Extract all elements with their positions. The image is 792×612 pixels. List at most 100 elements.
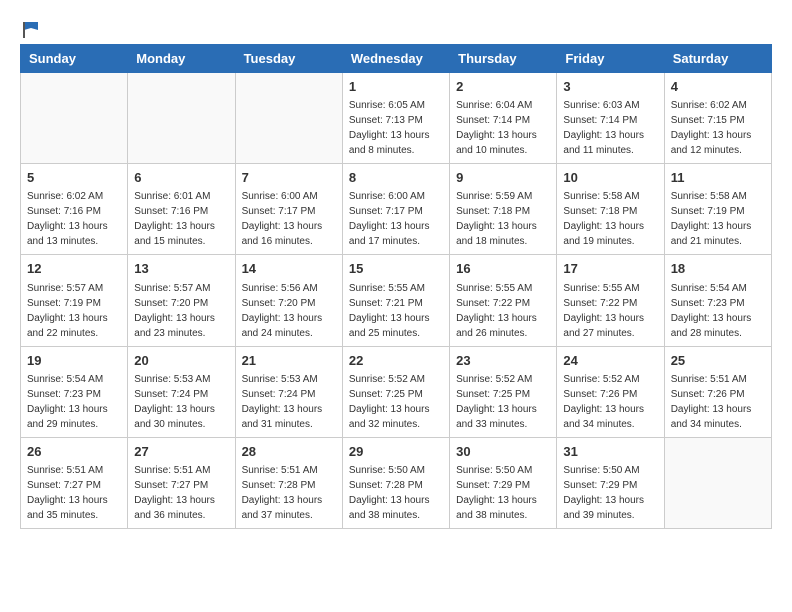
calendar-day-cell: 21 Sunrise: 5:53 AM Sunset: 7:24 PM Dayli… bbox=[235, 346, 342, 437]
calendar-table: SundayMondayTuesdayWednesdayThursdayFrid… bbox=[20, 44, 772, 529]
day-number: 4 bbox=[671, 78, 765, 96]
day-number: 30 bbox=[456, 443, 550, 461]
day-number: 13 bbox=[134, 260, 228, 278]
calendar-day-cell: 2 Sunrise: 6:04 AM Sunset: 7:14 PM Daylig… bbox=[450, 73, 557, 164]
day-info: Sunrise: 5:57 AM Sunset: 7:19 PM Dayligh… bbox=[27, 281, 121, 341]
calendar-day-cell: 31 Sunrise: 5:50 AM Sunset: 7:29 PM Dayli… bbox=[557, 437, 664, 528]
calendar-day-cell: 24Sunrise: 5:52 AM Sunset: 7:26 PM Dayli… bbox=[557, 346, 664, 437]
day-info: Sunrise: 5:59 AM Sunset: 7:18 PM Dayligh… bbox=[456, 189, 550, 249]
calendar-day-cell: 26 Sunrise: 5:51 AM Sunset: 7:27 PM Dayli… bbox=[21, 437, 128, 528]
day-number: 21 bbox=[242, 352, 336, 370]
weekday-header-thursday: Thursday bbox=[450, 45, 557, 73]
weekday-header-friday: Friday bbox=[557, 45, 664, 73]
calendar-day-cell: 19Sunrise: 5:54 AM Sunset: 7:23 PM Dayli… bbox=[21, 346, 128, 437]
day-number: 18 bbox=[671, 260, 765, 278]
day-number: 2 bbox=[456, 78, 550, 96]
day-number: 29 bbox=[349, 443, 443, 461]
day-number: 26 bbox=[27, 443, 121, 461]
day-number: 6 bbox=[134, 169, 228, 187]
weekday-header-sunday: Sunday bbox=[21, 45, 128, 73]
day-info: Sunrise: 5:58 AM Sunset: 7:18 PM Dayligh… bbox=[563, 189, 657, 249]
day-number: 23 bbox=[456, 352, 550, 370]
day-info: Sunrise: 5:54 AM Sunset: 7:23 PM Dayligh… bbox=[671, 281, 765, 341]
calendar-day-cell bbox=[235, 73, 342, 164]
day-number: 20 bbox=[134, 352, 228, 370]
calendar-day-cell: 6 Sunrise: 6:01 AM Sunset: 7:16 PM Daylig… bbox=[128, 164, 235, 255]
calendar-day-cell: 25 Sunrise: 5:51 AM Sunset: 7:26 PM Dayli… bbox=[664, 346, 771, 437]
calendar-day-cell: 5Sunrise: 6:02 AM Sunset: 7:16 PM Daylig… bbox=[21, 164, 128, 255]
day-info: Sunrise: 5:51 AM Sunset: 7:28 PM Dayligh… bbox=[242, 463, 336, 523]
calendar-day-cell: 14 Sunrise: 5:56 AM Sunset: 7:20 PM Dayli… bbox=[235, 255, 342, 346]
day-number: 14 bbox=[242, 260, 336, 278]
calendar-week-2: 5Sunrise: 6:02 AM Sunset: 7:16 PM Daylig… bbox=[21, 164, 772, 255]
calendar-day-cell: 9 Sunrise: 5:59 AM Sunset: 7:18 PM Daylig… bbox=[450, 164, 557, 255]
day-number: 5 bbox=[27, 169, 121, 187]
day-info: Sunrise: 5:50 AM Sunset: 7:28 PM Dayligh… bbox=[349, 463, 443, 523]
calendar-day-cell: 11Sunrise: 5:58 AM Sunset: 7:19 PM Dayli… bbox=[664, 164, 771, 255]
day-number: 12 bbox=[27, 260, 121, 278]
day-info: Sunrise: 5:50 AM Sunset: 7:29 PM Dayligh… bbox=[563, 463, 657, 523]
day-info: Sunrise: 5:55 AM Sunset: 7:22 PM Dayligh… bbox=[563, 281, 657, 341]
calendar-week-1: 1 Sunrise: 6:05 AM Sunset: 7:13 PM Daylig… bbox=[21, 73, 772, 164]
weekday-header-row: SundayMondayTuesdayWednesdayThursdayFrid… bbox=[21, 45, 772, 73]
weekday-header-wednesday: Wednesday bbox=[342, 45, 449, 73]
logo-flag-icon bbox=[22, 20, 40, 38]
day-info: Sunrise: 6:01 AM Sunset: 7:16 PM Dayligh… bbox=[134, 189, 228, 249]
day-number: 31 bbox=[563, 443, 657, 461]
day-info: Sunrise: 5:52 AM Sunset: 7:25 PM Dayligh… bbox=[456, 372, 550, 432]
calendar-day-cell: 27Sunrise: 5:51 AM Sunset: 7:27 PM Dayli… bbox=[128, 437, 235, 528]
calendar-day-cell: 4 Sunrise: 6:02 AM Sunset: 7:15 PM Daylig… bbox=[664, 73, 771, 164]
calendar-day-cell: 3 Sunrise: 6:03 AM Sunset: 7:14 PM Daylig… bbox=[557, 73, 664, 164]
calendar-week-3: 12 Sunrise: 5:57 AM Sunset: 7:19 PM Dayli… bbox=[21, 255, 772, 346]
weekday-header-saturday: Saturday bbox=[664, 45, 771, 73]
calendar-day-cell: 17 Sunrise: 5:55 AM Sunset: 7:22 PM Dayli… bbox=[557, 255, 664, 346]
calendar-day-cell: 16Sunrise: 5:55 AM Sunset: 7:22 PM Dayli… bbox=[450, 255, 557, 346]
day-number: 25 bbox=[671, 352, 765, 370]
calendar-day-cell: 30 Sunrise: 5:50 AM Sunset: 7:29 PM Dayli… bbox=[450, 437, 557, 528]
calendar-day-cell: 7 Sunrise: 6:00 AM Sunset: 7:17 PM Daylig… bbox=[235, 164, 342, 255]
day-number: 24 bbox=[563, 352, 657, 370]
calendar-day-cell bbox=[21, 73, 128, 164]
calendar-week-5: 26 Sunrise: 5:51 AM Sunset: 7:27 PM Dayli… bbox=[21, 437, 772, 528]
day-info: Sunrise: 6:00 AM Sunset: 7:17 PM Dayligh… bbox=[242, 189, 336, 249]
calendar-day-cell: 29 Sunrise: 5:50 AM Sunset: 7:28 PM Dayli… bbox=[342, 437, 449, 528]
calendar-day-cell: 12 Sunrise: 5:57 AM Sunset: 7:19 PM Dayli… bbox=[21, 255, 128, 346]
day-number: 22 bbox=[349, 352, 443, 370]
day-info: Sunrise: 5:57 AM Sunset: 7:20 PM Dayligh… bbox=[134, 281, 228, 341]
day-info: Sunrise: 5:53 AM Sunset: 7:24 PM Dayligh… bbox=[134, 372, 228, 432]
calendar-day-cell: 8Sunrise: 6:00 AM Sunset: 7:17 PM Daylig… bbox=[342, 164, 449, 255]
day-info: Sunrise: 5:52 AM Sunset: 7:25 PM Dayligh… bbox=[349, 372, 443, 432]
day-number: 8 bbox=[349, 169, 443, 187]
day-info: Sunrise: 5:54 AM Sunset: 7:23 PM Dayligh… bbox=[27, 372, 121, 432]
calendar-day-cell: 20 Sunrise: 5:53 AM Sunset: 7:24 PM Dayli… bbox=[128, 346, 235, 437]
day-number: 16 bbox=[456, 260, 550, 278]
day-info: Sunrise: 6:05 AM Sunset: 7:13 PM Dayligh… bbox=[349, 98, 443, 158]
calendar-day-cell: 22 Sunrise: 5:52 AM Sunset: 7:25 PM Dayli… bbox=[342, 346, 449, 437]
calendar-day-cell: 1 Sunrise: 6:05 AM Sunset: 7:13 PM Daylig… bbox=[342, 73, 449, 164]
calendar-day-cell: 10 Sunrise: 5:58 AM Sunset: 7:18 PM Dayli… bbox=[557, 164, 664, 255]
day-info: Sunrise: 5:51 AM Sunset: 7:27 PM Dayligh… bbox=[27, 463, 121, 523]
day-number: 9 bbox=[456, 169, 550, 187]
day-info: Sunrise: 6:03 AM Sunset: 7:14 PM Dayligh… bbox=[563, 98, 657, 158]
day-info: Sunrise: 6:04 AM Sunset: 7:14 PM Dayligh… bbox=[456, 98, 550, 158]
weekday-header-tuesday: Tuesday bbox=[235, 45, 342, 73]
day-info: Sunrise: 5:53 AM Sunset: 7:24 PM Dayligh… bbox=[242, 372, 336, 432]
calendar-day-cell: 15Sunrise: 5:55 AM Sunset: 7:21 PM Dayli… bbox=[342, 255, 449, 346]
calendar-day-cell: 28Sunrise: 5:51 AM Sunset: 7:28 PM Dayli… bbox=[235, 437, 342, 528]
day-info: Sunrise: 5:56 AM Sunset: 7:20 PM Dayligh… bbox=[242, 281, 336, 341]
day-info: Sunrise: 6:02 AM Sunset: 7:15 PM Dayligh… bbox=[671, 98, 765, 158]
day-number: 10 bbox=[563, 169, 657, 187]
day-number: 3 bbox=[563, 78, 657, 96]
day-number: 7 bbox=[242, 169, 336, 187]
day-number: 15 bbox=[349, 260, 443, 278]
weekday-header-monday: Monday bbox=[128, 45, 235, 73]
day-info: Sunrise: 5:51 AM Sunset: 7:27 PM Dayligh… bbox=[134, 463, 228, 523]
day-info: Sunrise: 5:50 AM Sunset: 7:29 PM Dayligh… bbox=[456, 463, 550, 523]
day-number: 1 bbox=[349, 78, 443, 96]
day-number: 17 bbox=[563, 260, 657, 278]
calendar-day-cell: 23 Sunrise: 5:52 AM Sunset: 7:25 PM Dayli… bbox=[450, 346, 557, 437]
day-number: 11 bbox=[671, 169, 765, 187]
calendar-day-cell: 13 Sunrise: 5:57 AM Sunset: 7:20 PM Dayli… bbox=[128, 255, 235, 346]
day-info: Sunrise: 5:51 AM Sunset: 7:26 PM Dayligh… bbox=[671, 372, 765, 432]
logo bbox=[20, 20, 40, 34]
